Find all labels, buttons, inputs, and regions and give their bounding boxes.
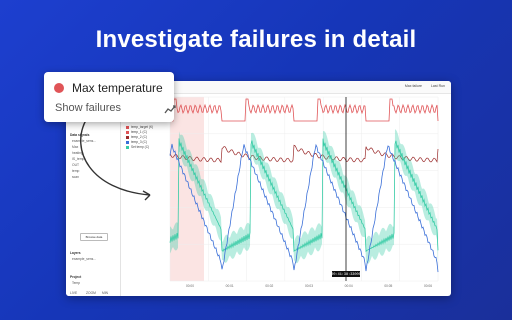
callout-title: Max temperature bbox=[72, 81, 163, 95]
max-temperature-callout[interactable]: Max temperature Show failures bbox=[44, 72, 176, 122]
arrow-head bbox=[142, 190, 151, 201]
trend-icon[interactable] bbox=[164, 104, 178, 114]
arrow-overlay bbox=[80, 119, 151, 201]
pointer-arrow bbox=[80, 119, 151, 196]
show-failures-link[interactable]: Show failures bbox=[55, 102, 121, 114]
status-dot bbox=[54, 83, 64, 93]
